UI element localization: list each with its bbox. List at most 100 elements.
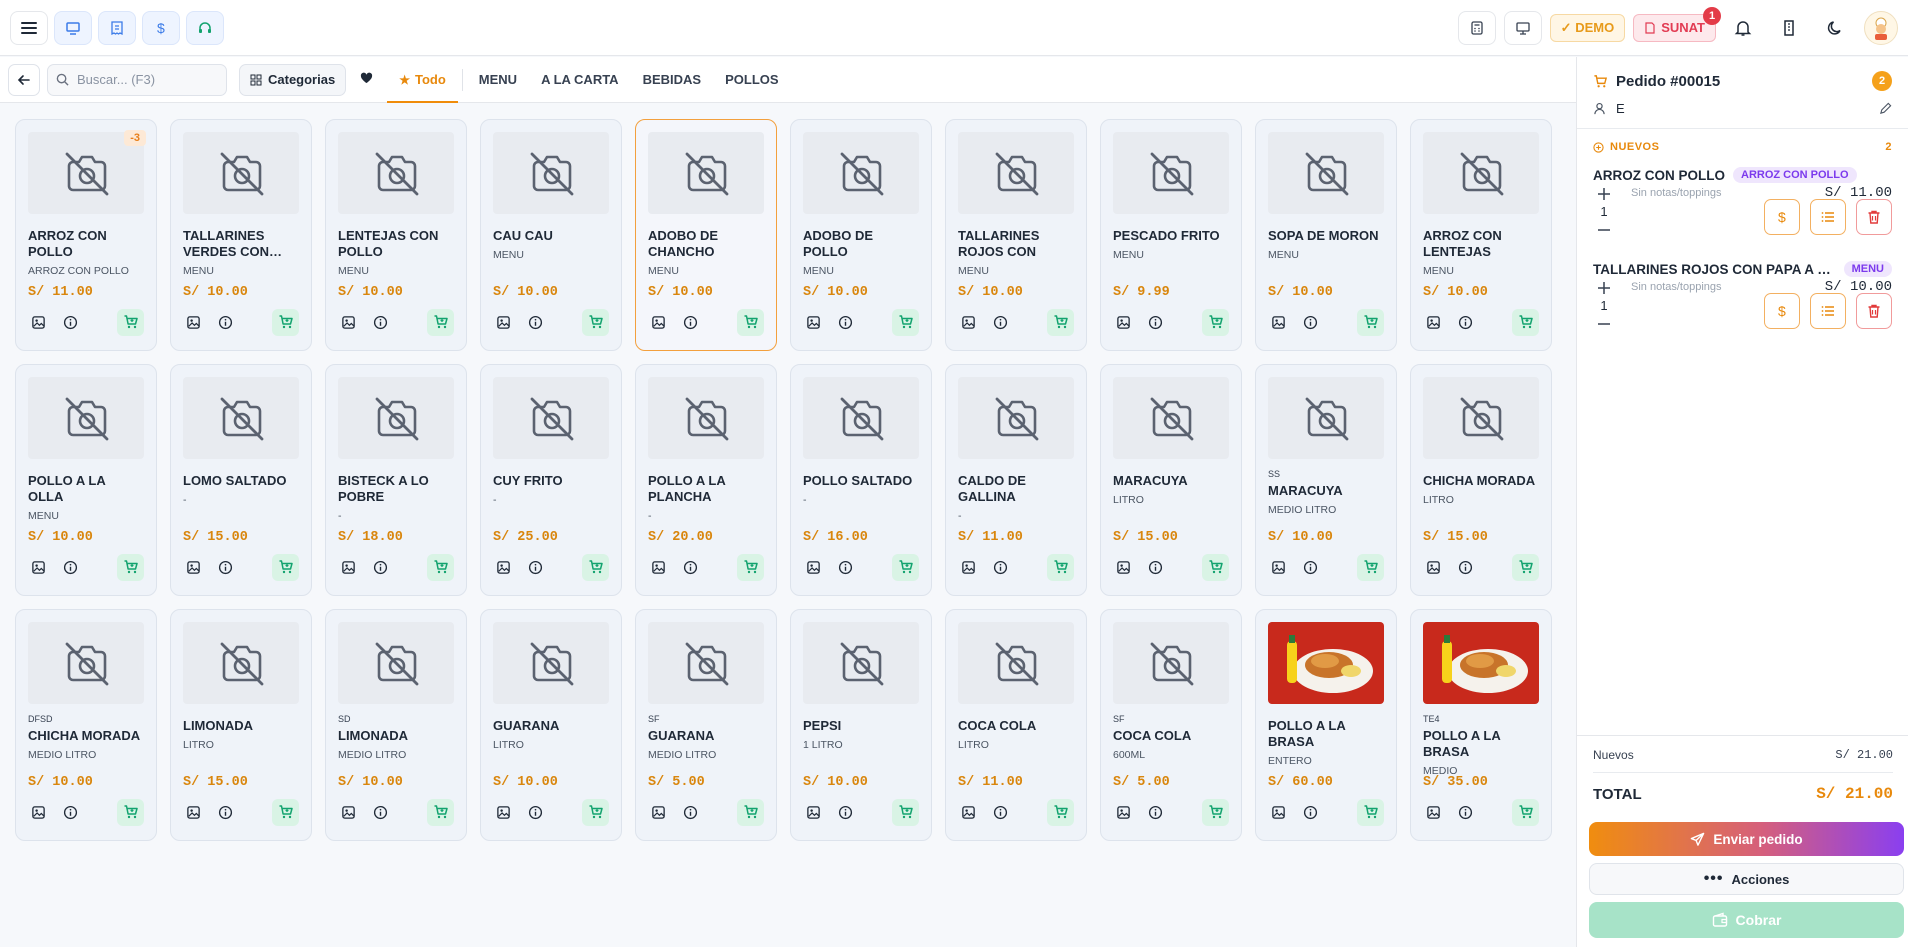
send-order-button[interactable]: Enviar pedido [1589,822,1904,856]
product-card[interactable]: BISTECK A LO POBRE - S/ 18.00 [325,364,467,596]
add-to-cart-button[interactable] [737,798,764,826]
sunat-button[interactable]: SUNAT 1 [1633,6,1721,42]
price-button[interactable]: $ [1764,199,1800,235]
info-button[interactable] [215,802,235,822]
info-button[interactable] [215,312,235,332]
categories-button[interactable]: Categorias [239,63,347,96]
product-card[interactable]: POLLO A LA OLLA MENU S/ 10.00 [15,364,157,596]
product-card[interactable]: POLLO A LA PLANCHA - S/ 20.00 [635,364,777,596]
back-button[interactable] [8,63,40,96]
add-to-cart-button[interactable] [272,798,299,826]
product-card[interactable]: LOMO SALTADO - S/ 15.00 [170,364,312,596]
add-to-cart-button[interactable] [272,553,299,581]
product-card[interactable]: PESCADO FRITO MENU S/ 9.99 [1100,119,1242,351]
image-button[interactable] [648,802,668,822]
info-button[interactable] [370,802,390,822]
info-button[interactable] [990,312,1010,332]
info-button[interactable] [1300,312,1320,332]
add-to-cart-button[interactable] [117,308,144,336]
add-to-cart-button[interactable] [1512,798,1539,826]
product-card[interactable]: POLLO SALTADO - S/ 16.00 [790,364,932,596]
product-card[interactable]: SF COCA COLA 600ML S/ 5.00 [1100,609,1242,841]
tab-pollos[interactable]: POLLOS [713,57,790,103]
add-to-cart-button[interactable] [1047,308,1074,336]
image-button[interactable] [1268,557,1288,577]
product-card[interactable]: ADOBO DE CHANCHO MENU S/ 10.00 [635,119,777,351]
info-button[interactable] [370,312,390,332]
info-button[interactable] [525,802,545,822]
add-to-cart-button[interactable] [117,553,144,581]
info-button[interactable] [835,312,855,332]
tab-menu[interactable]: MENU [467,57,529,103]
search-input[interactable] [77,72,207,87]
image-button[interactable] [648,312,668,332]
add-to-cart-button[interactable] [737,308,764,336]
notes-button[interactable] [1810,199,1846,235]
info-button[interactable] [1145,802,1165,822]
pos-button[interactable] [54,10,92,45]
add-to-cart-button[interactable] [1357,798,1384,826]
client-row[interactable]: E [1593,101,1892,116]
order-item-notes[interactable]: Sin notas/toppings [1631,187,1722,247]
image-button[interactable] [338,802,358,822]
add-to-cart-button[interactable] [1202,798,1229,826]
product-card[interactable]: ADOBO DE POLLO MENU S/ 10.00 [790,119,932,351]
add-to-cart-button[interactable] [117,798,144,826]
increase-button[interactable] [1593,279,1615,297]
image-button[interactable] [803,802,823,822]
menu-button[interactable] [10,10,48,45]
image-button[interactable] [493,557,513,577]
image-button[interactable] [1268,312,1288,332]
image-button[interactable] [1113,802,1133,822]
info-button[interactable] [990,802,1010,822]
tab-todo[interactable]: ★ Todo [387,57,458,103]
charge-button[interactable]: Cobrar [1589,902,1904,938]
product-card[interactable]: CUY FRITO - S/ 25.00 [480,364,622,596]
add-to-cart-button[interactable] [1512,308,1539,336]
add-to-cart-button[interactable] [892,308,919,336]
product-card[interactable]: LIMONADA LITRO S/ 15.00 [170,609,312,841]
info-button[interactable] [60,802,80,822]
image-button[interactable] [28,557,48,577]
info-button[interactable] [1145,312,1165,332]
product-card[interactable]: SD LIMONADA MEDIO LITRO S/ 10.00 [325,609,467,841]
info-button[interactable] [1145,557,1165,577]
image-button[interactable] [958,312,978,332]
image-button[interactable] [338,557,358,577]
orders-button[interactable] [98,10,136,45]
info-button[interactable] [60,557,80,577]
add-to-cart-button[interactable] [1202,553,1229,581]
actions-button[interactable]: ••• Acciones [1589,863,1904,895]
image-button[interactable] [1423,802,1443,822]
add-to-cart-button[interactable] [892,553,919,581]
cash-button[interactable]: $ [142,10,180,45]
image-button[interactable] [1113,312,1133,332]
info-button[interactable] [370,557,390,577]
product-card[interactable]: ARROZ CON POLLO ARROZ CON POLLO S/ 11.00… [15,119,157,351]
product-card[interactable]: TALLARINES VERDES CON… MENU S/ 10.00 [170,119,312,351]
add-to-cart-button[interactable] [427,553,454,581]
image-button[interactable] [28,802,48,822]
add-to-cart-button[interactable] [1357,308,1384,336]
product-card[interactable]: CALDO DE GALLINA - S/ 11.00 [945,364,1087,596]
image-button[interactable] [183,312,203,332]
product-card[interactable]: SS MARACUYA MEDIO LITRO S/ 10.00 [1255,364,1397,596]
info-button[interactable] [680,802,700,822]
add-to-cart-button[interactable] [737,553,764,581]
user-avatar[interactable] [1864,10,1898,45]
info-button[interactable] [215,557,235,577]
add-to-cart-button[interactable] [892,798,919,826]
add-to-cart-button[interactable] [582,308,609,336]
add-to-cart-button[interactable] [1047,798,1074,826]
theme-toggle[interactable] [1816,10,1854,45]
image-button[interactable] [338,312,358,332]
info-button[interactable] [990,557,1010,577]
tab-a-la-carta[interactable]: A LA CARTA [529,57,631,103]
order-item-notes[interactable]: Sin notas/toppings [1631,281,1722,341]
add-to-cart-button[interactable] [1047,553,1074,581]
product-card[interactable]: CHICHA MORADA LITRO S/ 15.00 [1410,364,1552,596]
image-button[interactable] [958,557,978,577]
product-card[interactable]: SF GUARANA MEDIO LITRO S/ 5.00 [635,609,777,841]
delete-item-button[interactable] [1856,199,1892,235]
info-button[interactable] [835,802,855,822]
